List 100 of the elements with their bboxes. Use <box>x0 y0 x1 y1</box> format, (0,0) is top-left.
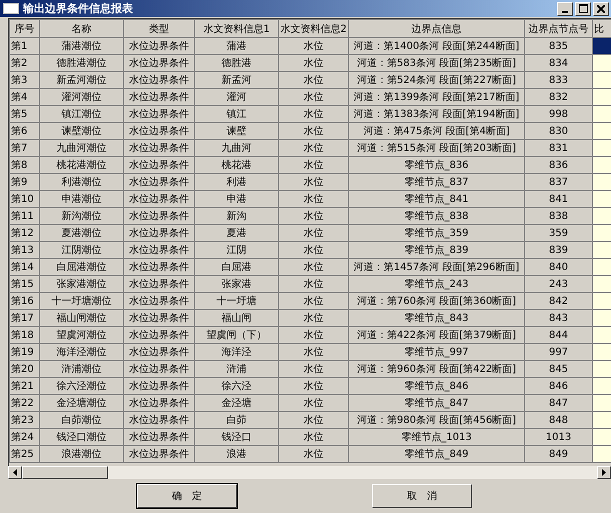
table-cell: 997 <box>524 344 592 360</box>
table-cell: 浒浦潮位 <box>40 360 124 378</box>
table-cell: 水位 <box>278 174 348 190</box>
column-header[interactable]: 序号 <box>10 20 40 38</box>
table-cell: 新孟河潮位 <box>40 72 124 88</box>
table-cell: 徐六泾 <box>194 378 278 394</box>
table-cell: 望虞河潮位 <box>40 326 124 344</box>
table-cell: 零维节点_843 <box>348 310 524 326</box>
table-cell: 水位 <box>278 310 348 326</box>
close-button[interactable] <box>593 2 609 16</box>
table-cell: 申港 <box>194 190 278 208</box>
table-cell: 浒浦 <box>194 360 278 378</box>
table-cell: 水位边界条件 <box>124 310 194 326</box>
table-cell: 第7 <box>10 140 40 156</box>
table-cell: 水位边界条件 <box>124 344 194 360</box>
table-cell: 839 <box>524 242 592 258</box>
table-cell: 零维节点_841 <box>348 190 524 208</box>
table-cell: 水位 <box>278 72 348 88</box>
table-cell: 水位 <box>278 344 348 360</box>
window-icon <box>3 3 19 14</box>
maximize-icon <box>578 4 588 13</box>
table-cell: 蒲港 <box>194 38 278 54</box>
table-cell: 河道：第960条河 段面[第422断面] <box>348 360 524 378</box>
column-header[interactable]: 比 <box>592 20 611 38</box>
table-cell: 九曲河 <box>194 140 278 156</box>
table-cell: 河道：第1400条河 段面[第244断面] <box>348 38 524 54</box>
table-cell: 江阴潮位 <box>40 242 124 258</box>
table-cell: 水位 <box>278 446 348 462</box>
column-header[interactable]: 边界点节点号 <box>524 20 592 38</box>
table-cell: 838 <box>524 208 592 224</box>
table-cell: 水位边界条件 <box>124 276 194 292</box>
column-header[interactable]: 类型 <box>124 20 194 38</box>
column-header[interactable]: 水文资料信息2 <box>278 20 348 38</box>
column-header[interactable]: 水文资料信息1 <box>194 20 278 38</box>
table-cell: 水位边界条件 <box>124 326 194 344</box>
maximize-button[interactable] <box>575 2 591 16</box>
table-cell: 水位边界条件 <box>124 446 194 462</box>
table-cell: 福山闸 <box>194 310 278 326</box>
table-cell: 零维节点_837 <box>348 174 524 190</box>
table-cell: 840 <box>524 258 592 276</box>
table-cell: 第9 <box>10 174 40 190</box>
table-cell: 第17 <box>10 310 40 326</box>
table-cell: 零维节点_839 <box>348 242 524 258</box>
table-cell: 白屈港潮位 <box>40 258 124 276</box>
table-cell: 水位 <box>278 190 348 208</box>
table-cell: 谏壁潮位 <box>40 122 124 140</box>
table-cell: 海洋泾潮位 <box>40 344 124 360</box>
table-cell: 846 <box>524 378 592 394</box>
right-arrow-icon <box>602 469 606 476</box>
table-cell: 847 <box>524 394 592 412</box>
scroll-left-button[interactable] <box>8 466 22 479</box>
table-cell: 第8 <box>10 156 40 174</box>
table-cell: 第24 <box>10 428 40 446</box>
table-cell: 水位 <box>278 326 348 344</box>
table-cell: 零维节点_1013 <box>348 428 524 446</box>
table-cell: 灌河 <box>194 88 278 106</box>
scroll-right-button[interactable] <box>597 466 611 479</box>
table-cell: 水位边界条件 <box>124 378 194 394</box>
table-cell: 灌河潮位 <box>40 88 124 106</box>
column-header[interactable]: 边界点信息 <box>348 20 524 38</box>
table-cell: 837 <box>524 174 592 190</box>
table-cell: 镇江潮位 <box>40 106 124 122</box>
horizontal-scrollbar[interactable] <box>8 466 611 479</box>
table-cell: 桃花港 <box>194 156 278 174</box>
table-cell: 834 <box>524 54 592 72</box>
table-cell: 零维节点_836 <box>348 156 524 174</box>
table-cell: 水位 <box>278 292 348 310</box>
minimize-button[interactable] <box>557 2 573 16</box>
table-cell: 蒲港潮位 <box>40 38 124 54</box>
table-cell: 第19 <box>10 344 40 360</box>
table-cell: 零维节点_849 <box>348 446 524 462</box>
table-cell: 水位 <box>278 140 348 156</box>
confirm-button[interactable]: 确 定 <box>137 484 237 508</box>
table-cell: 十一圩塘潮位 <box>40 292 124 310</box>
cancel-button[interactable]: 取 消 <box>372 484 472 508</box>
column-header[interactable]: 名称 <box>40 20 124 38</box>
table-cell: 桃花港潮位 <box>40 156 124 174</box>
table-cell: 望虞闸（下） <box>194 326 278 344</box>
table-cell: 水位边界条件 <box>124 258 194 276</box>
table-cell: 利港潮位 <box>40 174 124 190</box>
table-cell: 第16 <box>10 292 40 310</box>
table-cell: 镇江 <box>194 106 278 122</box>
scrollbar-thumb[interactable] <box>22 466 108 479</box>
table-cell: 白屈港 <box>194 258 278 276</box>
table-cell: 水位 <box>278 208 348 224</box>
table-cell: 水位边界条件 <box>124 140 194 156</box>
table-cell: 水位 <box>278 242 348 258</box>
table-cell: 水位边界条件 <box>124 38 194 54</box>
table-cell: 水位 <box>278 38 348 54</box>
table-cell: 1013 <box>524 428 592 446</box>
table-cell: 水位 <box>278 276 348 292</box>
table-cell: 水位 <box>278 360 348 378</box>
table-cell: 第1 <box>10 38 40 54</box>
table-cell: 零维节点_359 <box>348 224 524 242</box>
table-cell: 843 <box>524 310 592 326</box>
table-cell: 钱泾口潮位 <box>40 428 124 446</box>
table-cell: 842 <box>524 292 592 310</box>
table-cell: 841 <box>524 190 592 208</box>
table-cell: 申港潮位 <box>40 190 124 208</box>
table-cell: 849 <box>524 446 592 462</box>
